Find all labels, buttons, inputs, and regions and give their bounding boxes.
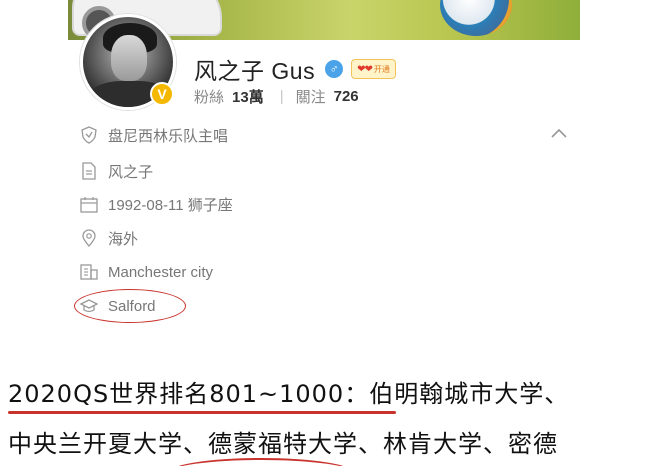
chevron-up-icon[interactable] <box>550 126 568 140</box>
cover-ball-graphic <box>440 0 512 36</box>
caption-line-2: 中央兰开夏大学、德蒙福特大学、林肯大学、密德 <box>8 430 558 458</box>
info-birthday-text: 1992-08-11 狮子座 <box>108 196 233 214</box>
annotation-underline <box>8 411 396 414</box>
annotation-oval <box>74 289 186 323</box>
location-pin-icon <box>80 229 98 247</box>
info-company-text: Manchester city <box>108 263 214 281</box>
info-item-tag: 盘尼西林乐队主唱 <box>80 123 228 147</box>
info-tag-text: 盘尼西林乐队主唱 <box>108 127 229 145</box>
profile-name-row: 风之子 Gus ♂ ❤❤ 开通 <box>194 52 396 86</box>
info-item-location: 海外 <box>80 226 138 250</box>
caption-line-1: 2020QS世界排名801~1000：伯明翰城市大学、 <box>8 380 570 408</box>
calendar-icon <box>80 195 98 213</box>
vip-hearts-icon: ❤❤ <box>357 63 373 75</box>
company-icon <box>80 263 98 281</box>
profile-stats: 粉絲 13萬 | 關注 726 <box>194 86 359 107</box>
info-item-company: Manchester city <box>80 260 213 284</box>
document-icon <box>80 162 98 180</box>
fans-label[interactable]: 粉絲 <box>194 86 224 107</box>
avatar-face <box>111 35 147 81</box>
info-item-bio: 风之子 <box>80 159 153 183</box>
fans-count[interactable]: 13萬 <box>232 86 264 107</box>
verified-shield-icon <box>80 126 98 144</box>
username: 风之子 Gus <box>194 58 316 84</box>
stats-divider: | <box>279 88 284 105</box>
info-item-birthday: 1992-08-11 狮子座 <box>80 192 233 216</box>
following-label[interactable]: 關注 <box>296 86 326 107</box>
info-location-text: 海外 <box>108 230 139 248</box>
vip-badge-label: 开通 <box>373 64 390 74</box>
info-bio-text: 风之子 <box>108 163 154 181</box>
following-count[interactable]: 726 <box>334 88 359 105</box>
annotation-arc <box>168 458 354 466</box>
male-icon: ♂ <box>325 60 344 78</box>
vip-badge[interactable]: ❤❤ 开通 <box>351 59 396 79</box>
verified-v-icon: V <box>150 82 174 106</box>
